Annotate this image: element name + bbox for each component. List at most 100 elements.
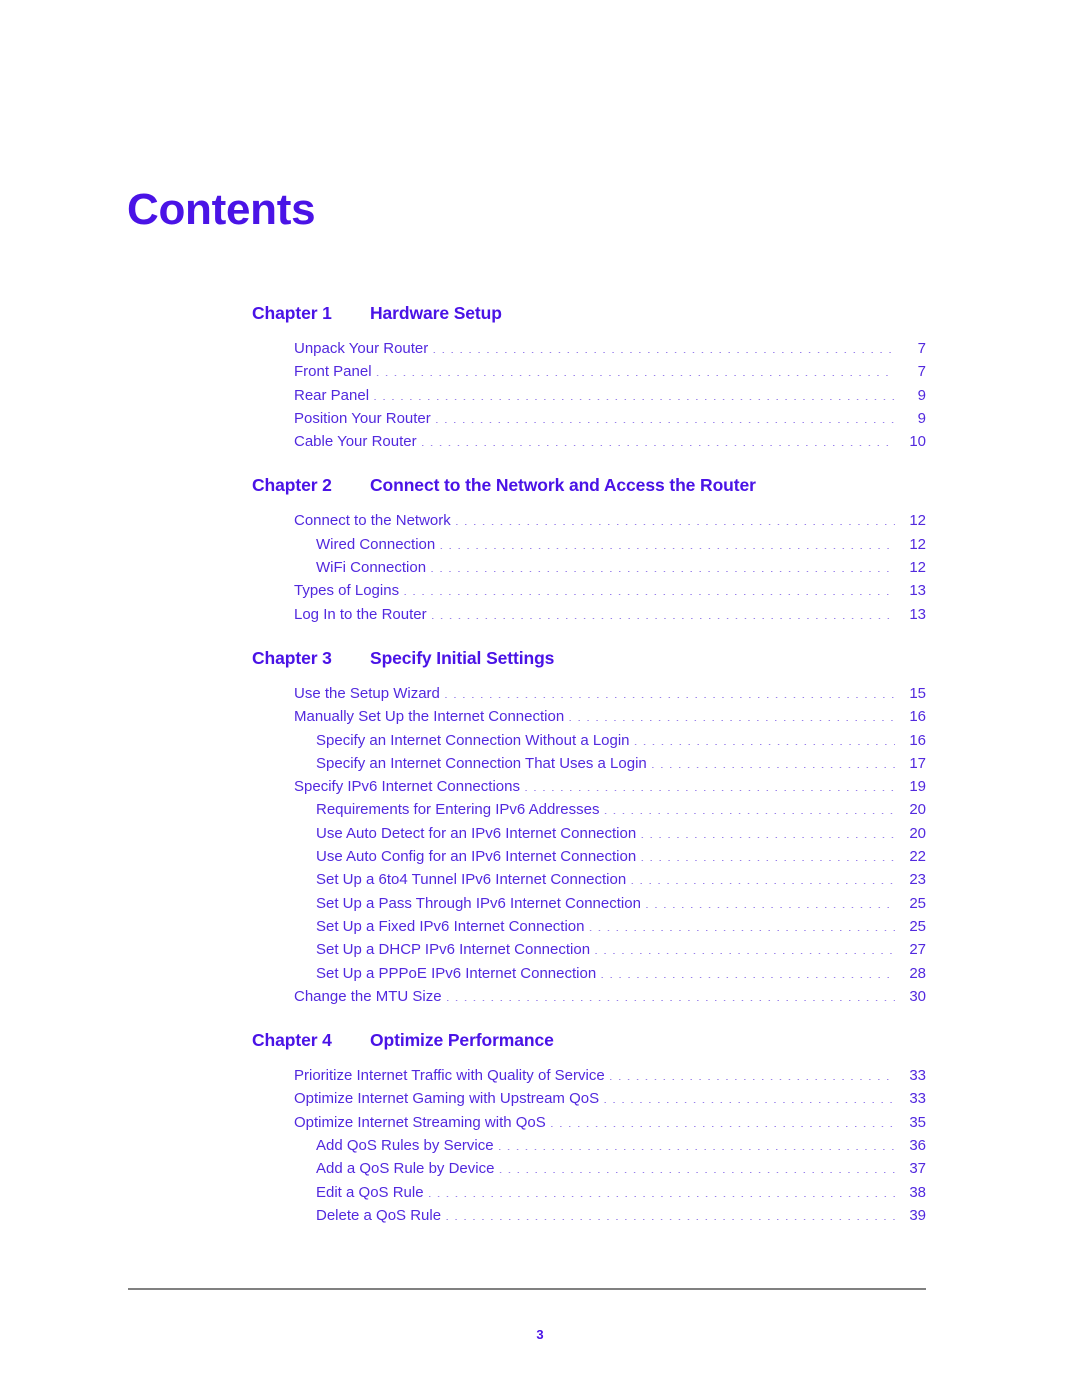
toc-leader-dots (444, 683, 895, 698)
chapter-title: Optimize Performance (370, 1030, 554, 1051)
toc-entry-label: Set Up a Pass Through IPv6 Internet Conn… (316, 894, 641, 912)
toc-entry-page-number: 13 (909, 582, 926, 600)
toc-entry-page-number: 12 (909, 535, 926, 553)
toc-entry[interactable]: Edit a QoS Rule 38 (0, 1181, 1080, 1204)
toc-entry-label: Optimize Internet Gaming with Upstream Q… (294, 1090, 600, 1108)
toc-entry[interactable]: Use Auto Detect for an IPv6 Internet Con… (0, 822, 1080, 845)
toc-entry-page-number: 33 (909, 1090, 926, 1108)
toc-entry-label: Wired Connection (316, 535, 436, 553)
chapter-heading[interactable]: Chapter 2 Connect to the Network and Acce… (0, 475, 1080, 496)
toc-leader-dots (435, 408, 895, 423)
document-page: Contents Chapter 1 Hardware Setup Unpack Y… (0, 0, 1080, 1397)
chapter-title: Hardware Setup (370, 303, 502, 323)
toc-entry[interactable]: Specify IPv6 Internet Connections 19 (0, 775, 1080, 798)
toc-entry[interactable]: Prioritize Internet Traffic with Quality… (0, 1064, 1080, 1087)
toc-entry-page-number: 30 (909, 987, 926, 1005)
toc-entry[interactable]: Connect to the Network 12 (0, 509, 1080, 532)
toc-entry-page-number: 25 (909, 894, 926, 912)
toc-entry[interactable]: Manually Set Up the Internet Connection 1… (0, 705, 1080, 728)
toc-entry-label: Add a QoS Rule by Device (316, 1160, 495, 1178)
toc-entry-label: Use the Setup Wizard (294, 684, 440, 702)
toc-entry-page-number: 9 (917, 409, 926, 427)
toc-entry[interactable]: Cable Your Router 10 (0, 430, 1080, 453)
chapter-label: Chapter 4 (252, 1030, 332, 1051)
toc-entry-page-number: 12 (909, 559, 926, 577)
chapter-spacer (0, 1008, 1080, 1030)
chapter-heading[interactable]: Chapter 3 Specify Initial Settings (0, 648, 1080, 669)
toc-entry-page-number: 25 (909, 917, 926, 935)
toc-entry-label: Delete a QoS Rule (316, 1206, 442, 1224)
toc-leader-dots (524, 776, 895, 791)
toc-entry[interactable]: Front Panel 7 (0, 360, 1080, 383)
toc-entry[interactable]: Change the MTU Size 30 (0, 985, 1080, 1008)
toc-leader-dots (431, 604, 895, 619)
toc-leader-dots (428, 1182, 895, 1197)
toc-entry[interactable]: Use Auto Config for an IPv6 Internet Con… (0, 845, 1080, 868)
toc-entry[interactable]: Wired Connection 12 (0, 533, 1080, 556)
toc-entry[interactable]: Log In to the Router 13 (0, 603, 1080, 626)
toc-entry-page-number: 20 (909, 824, 926, 842)
toc-entry[interactable]: Specify an Internet Connection Without a… (0, 729, 1080, 752)
toc-entry[interactable]: Set Up a Pass Through IPv6 Internet Conn… (0, 892, 1080, 915)
toc-entry-label: Edit a QoS Rule (316, 1183, 424, 1201)
toc-entry[interactable]: Optimize Internet Gaming with Upstream Q… (0, 1087, 1080, 1110)
toc-entry[interactable]: Use the Setup Wizard 15 (0, 682, 1080, 705)
toc-entry[interactable]: Unpack Your Router 7 (0, 337, 1080, 360)
toc-leader-dots (445, 1205, 895, 1220)
toc-entry[interactable]: Set Up a DHCP IPv6 Internet Connection 27 (0, 938, 1080, 961)
toc-entry[interactable]: Add QoS Rules by Service 36 (0, 1134, 1080, 1157)
toc-leader-dots (403, 580, 895, 595)
toc-entry-label: Front Panel (294, 363, 372, 381)
footer-page-number: 3 (536, 1327, 544, 1342)
toc-entry[interactable]: Delete a QoS Rule 39 (0, 1204, 1080, 1227)
toc-leader-dots (609, 1065, 895, 1080)
toc-entry[interactable]: Specify an Internet Connection That Uses… (0, 752, 1080, 775)
toc-entry-page-number: 23 (909, 871, 926, 889)
toc-entry-label: Requirements for Entering IPv6 Addresses (316, 801, 600, 819)
toc-leader-dots (594, 939, 895, 954)
toc-entry-label: WiFi Connection (316, 559, 427, 577)
chapter-entry-list: Prioritize Internet Traffic with Quality… (0, 1064, 1080, 1227)
toc-entry-page-number: 16 (909, 708, 926, 726)
toc-entry[interactable]: Set Up a PPPoE IPv6 Internet Connection 2… (0, 962, 1080, 985)
toc-entry-page-number: 27 (909, 941, 926, 959)
toc-entry-label: Set Up a Fixed IPv6 Internet Connection (316, 917, 585, 935)
toc-leader-dots (630, 869, 895, 884)
toc-entry-page-number: 7 (917, 363, 926, 381)
toc-entry-label: Unpack Your Router (294, 340, 429, 357)
toc-entry-label: Cable Your Router (294, 433, 417, 451)
chapter-entry-list: Unpack Your Router 7 Front Panel 7 Rear Pane… (0, 337, 1080, 453)
toc-entry[interactable]: Requirements for Entering IPv6 Addresses… (0, 798, 1080, 821)
toc-entry[interactable]: Types of Logins 13 (0, 579, 1080, 602)
toc-leader-dots (430, 557, 895, 572)
toc-entry[interactable]: WiFi Connection 12 (0, 556, 1080, 579)
toc-entry[interactable]: Optimize Internet Streaming with QoS 35 (0, 1111, 1080, 1134)
toc-entry-label: Connect to the Network (294, 512, 451, 530)
toc-entry-label: Specify IPv6 Internet Connections (294, 778, 520, 796)
chapter-heading[interactable]: Chapter 4 Optimize Performance (0, 1030, 1080, 1051)
toc-entry[interactable]: Position Your Router 9 (0, 407, 1080, 430)
chapter-block: Chapter 2 Connect to the Network and Acce… (0, 475, 1080, 625)
toc-entry-page-number: 19 (909, 778, 926, 796)
toc-entry-page-number: 10 (909, 433, 926, 451)
toc-leader-dots (373, 385, 895, 400)
toc-entry[interactable]: Set Up a Fixed IPv6 Internet Connection 2… (0, 915, 1080, 938)
chapter-block: Chapter 3 Specify Initial Settings Use the… (0, 648, 1080, 1008)
toc-entry-label: Log In to the Router (294, 605, 427, 623)
toc-leader-dots (421, 431, 895, 446)
toc-entry-label: Set Up a DHCP IPv6 Internet Connection (316, 941, 591, 959)
toc-leader-dots (651, 753, 895, 768)
toc-leader-dots (455, 510, 895, 525)
chapter-heading[interactable]: Chapter 1 Hardware Setup (0, 303, 1080, 324)
toc-entry[interactable]: Rear Panel 9 (0, 384, 1080, 407)
toc-entry-page-number: 28 (909, 964, 926, 982)
toc-entry-page-number: 33 (909, 1067, 926, 1085)
toc-entry[interactable]: Set Up a 6to4 Tunnel IPv6 Internet Conne… (0, 868, 1080, 891)
toc-entry[interactable]: Add a QoS Rule by Device 37 (0, 1157, 1080, 1180)
chapter-spacer (0, 626, 1080, 648)
chapter-title: Connect to the Network and Access the Ro… (370, 475, 756, 496)
toc-leader-dots (640, 823, 895, 838)
toc-entry-page-number: 9 (917, 386, 926, 404)
toc-entry-page-number: 36 (909, 1137, 926, 1155)
toc-leader-dots (376, 361, 895, 376)
